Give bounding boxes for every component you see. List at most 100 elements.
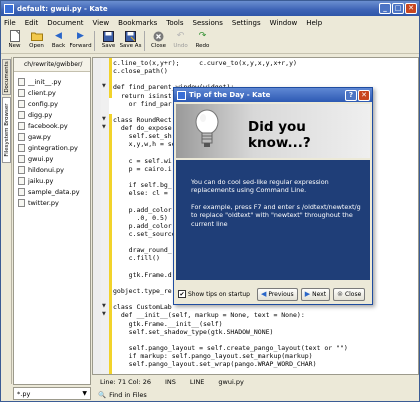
new-button[interactable]: New [5, 29, 24, 53]
save-label: Save [101, 43, 116, 49]
file-item[interactable]: gintegration.py [14, 142, 90, 153]
menu-tools[interactable]: Tools [166, 19, 183, 27]
python-file-icon [18, 121, 25, 130]
insert-mode-indicator[interactable]: INS [165, 378, 176, 386]
menu-document[interactable]: Document [47, 19, 83, 27]
menu-bookmarks[interactable]: Bookmarks [118, 19, 157, 27]
fold-arrow-icon[interactable]: ▼ [102, 311, 106, 317]
menu-sessions[interactable]: Sessions [193, 19, 223, 27]
save-as-button[interactable]: Save As [120, 29, 141, 53]
filter-value: *.py [17, 389, 31, 398]
close-dialog-button[interactable]: ✕ [358, 90, 370, 101]
python-file-icon [18, 88, 25, 97]
fold-arrow-icon[interactable]: ▼ [102, 116, 106, 122]
file-item[interactable]: sample_data.py [14, 186, 90, 197]
kate-app-icon [177, 90, 186, 100]
file-item[interactable]: digg.py [14, 109, 90, 120]
redo-label: Redo [195, 43, 210, 49]
python-file-icon [18, 165, 25, 174]
previous-label: Previous [268, 290, 294, 298]
file-item[interactable]: __init__.py [14, 76, 90, 87]
file-name: gintegration.py [28, 143, 78, 152]
menu-edit[interactable]: Edit [25, 19, 39, 27]
menu-file[interactable]: File [4, 19, 16, 27]
chevron-down-icon[interactable]: ▼ [82, 390, 87, 397]
folding-border[interactable] [101, 58, 109, 374]
open-folder-icon [30, 30, 43, 42]
minimize-button[interactable]: _ [379, 3, 391, 14]
code-line: self.pango_layout = self.create_pango_la… [113, 343, 348, 352]
path-text: ch/rewrite/gwibber/ [24, 61, 83, 68]
selection-mode-indicator[interactable]: LINE [190, 378, 205, 386]
dialog-title: Tip of the Day - Kate [189, 91, 271, 99]
file-item[interactable]: hildonui.py [14, 164, 90, 175]
forward-button[interactable]: ▶ Forward [69, 29, 92, 53]
file-item[interactable]: gwui.py [14, 153, 90, 164]
maximize-button[interactable]: □ [392, 3, 404, 14]
tip-content-area: You can do cool sed-like regular express… [176, 160, 370, 280]
tip-of-the-day-dialog: Tip of the Day - Kate ? ✕ Did you know..… [173, 87, 373, 305]
save-button[interactable]: Save [99, 29, 118, 53]
show-tips-checkbox[interactable]: ✔ [178, 290, 186, 298]
title-bar[interactable]: default: gwui.py - Kate _ □ ✕ [1, 1, 419, 16]
dialog-title-bar[interactable]: Tip of the Day - Kate ? ✕ [174, 88, 372, 102]
back-label: Back [51, 43, 66, 49]
forward-label: Forward [69, 43, 92, 49]
new-document-icon [9, 30, 21, 42]
fold-arrow-icon[interactable]: ▼ [102, 83, 106, 89]
help-button[interactable]: ? [345, 90, 357, 101]
file-name: facebook.py [28, 121, 68, 130]
file-name: __init__.py [28, 77, 62, 86]
lightbulb-icon [195, 109, 219, 147]
fold-arrow-icon[interactable]: ▼ [102, 124, 106, 130]
tip-text: You can do cool sed-like regular express… [191, 178, 365, 236]
status-filename: gwui.py [218, 378, 244, 386]
file-item[interactable]: jaiku.py [14, 175, 90, 186]
redo-button[interactable]: ↷ Redo [193, 29, 212, 53]
file-item[interactable]: config.py [14, 98, 90, 109]
show-tips-label: Show tips on startup [188, 290, 250, 298]
open-button[interactable]: Open [27, 29, 46, 53]
dialog-footer: ✔ Show tips on startup ◀ Previous ▶ Next ⊗… [176, 286, 370, 302]
file-name: hildonui.py [28, 165, 64, 174]
close-window-button[interactable]: ✕ [405, 3, 417, 14]
undo-button[interactable]: ↶ Undo [171, 29, 190, 53]
menu-bar: File Edit Document View Bookmarks Tools … [1, 16, 419, 29]
file-item[interactable]: gaw.py [14, 131, 90, 142]
file-name: config.py [28, 99, 58, 108]
main-toolbar: New Open ◀ Back ▶ Forward Save Save As C… [1, 29, 419, 54]
menu-view[interactable]: View [93, 19, 110, 27]
file-name: digg.py [28, 110, 53, 119]
icon-border[interactable] [93, 58, 101, 374]
menu-settings[interactable]: Settings [232, 19, 261, 27]
fold-arrow-icon[interactable]: ▼ [102, 303, 106, 309]
file-item[interactable]: facebook.py [14, 120, 90, 131]
back-button[interactable]: ◀ Back [49, 29, 68, 53]
code-line: gtk.Frame.__init__(self) [113, 319, 223, 328]
open-label: Open [29, 43, 44, 49]
back-arrow-icon: ◀ [55, 31, 62, 41]
file-filter-combo[interactable]: *.py ▼ [13, 387, 91, 400]
file-item[interactable]: client.py [14, 87, 90, 98]
save-as-disk-icon [125, 30, 137, 42]
dialog-banner: Did you know...? [176, 104, 370, 158]
tab-filesystem-browser[interactable]: Filesystem Browser [2, 97, 11, 163]
path-field[interactable]: ch/rewrite/gwibber/ [14, 58, 90, 72]
previous-button[interactable]: ◀ Previous [256, 287, 298, 301]
menu-window[interactable]: Window [270, 19, 298, 27]
dialog-close-button[interactable]: ⊗ Close [333, 287, 366, 301]
tab-documents[interactable]: Documents [2, 59, 11, 95]
tab-documents-label: Documents [3, 61, 10, 93]
close-document-button[interactable]: Close [149, 29, 168, 53]
find-in-files-tab[interactable]: 🔍 Find in Files [92, 389, 292, 400]
find-in-files-label: Find in Files [109, 390, 147, 399]
file-item[interactable]: twitter.py [14, 197, 90, 208]
cursor-position: Line: 71 Col: 26 [100, 378, 151, 386]
next-button[interactable]: ▶ Next [300, 287, 331, 301]
dialog-heading: Did you know...? [248, 119, 311, 151]
menu-help[interactable]: Help [306, 19, 322, 27]
undo-label: Undo [173, 43, 188, 49]
toolbar-separator [94, 31, 95, 51]
